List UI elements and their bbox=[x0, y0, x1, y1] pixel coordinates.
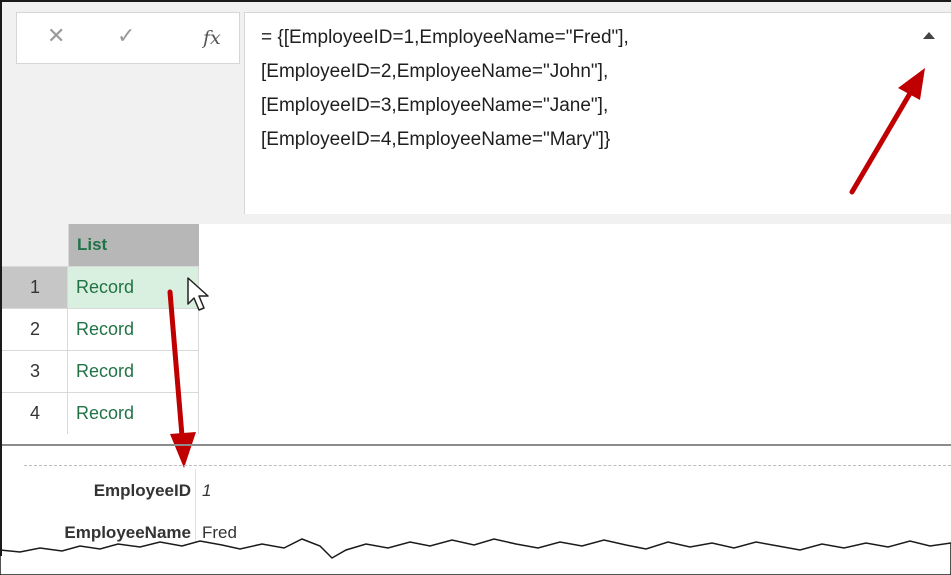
preview-field-value: 1 bbox=[202, 481, 212, 500]
record-cell[interactable]: Record bbox=[68, 392, 199, 434]
row-number-label: 3 bbox=[30, 361, 41, 381]
row-number-2[interactable]: 2 bbox=[2, 308, 68, 350]
record-cell[interactable]: Record bbox=[68, 266, 199, 308]
preview-divider bbox=[24, 465, 951, 466]
grid-corner bbox=[2, 224, 68, 266]
checkmark-icon[interactable]: ✓ bbox=[117, 25, 135, 49]
record-cell[interactable]: Record bbox=[68, 308, 199, 350]
row-number-label: 1 bbox=[30, 277, 41, 297]
data-grid: List 1 Record 2 Record 3 Record 4 Record bbox=[2, 224, 951, 468]
record-link[interactable]: Record bbox=[76, 319, 134, 340]
record-link[interactable]: Record bbox=[76, 403, 134, 424]
preview-field-name: EmployeeID bbox=[93, 481, 191, 500]
formula-bar-buttons: ✕ ✓ fx bbox=[16, 12, 240, 64]
row-number-1[interactable]: 1 bbox=[2, 266, 68, 308]
preview-row: EmployeeID 1 bbox=[24, 469, 951, 511]
formula-line-4: [EmployeeID=4,EmployeeName="Mary"]} bbox=[261, 129, 611, 150]
chevron-up-icon[interactable] bbox=[922, 29, 936, 41]
preview-splitter[interactable] bbox=[2, 444, 951, 446]
record-link[interactable]: Record bbox=[76, 277, 134, 298]
mouse-cursor-icon bbox=[187, 277, 209, 311]
formula-line-3: [EmployeeID=3,EmployeeName="Jane"], bbox=[261, 95, 609, 116]
record-cell[interactable]: Record bbox=[68, 350, 199, 392]
formula-editor[interactable]: = {[EmployeeID=1,EmployeeName="Fred"], [… bbox=[244, 12, 951, 214]
frame-border bbox=[0, 0, 951, 2]
close-icon[interactable]: ✕ bbox=[47, 25, 65, 49]
formula-line-2: [EmployeeID=2,EmployeeName="John"], bbox=[261, 61, 609, 82]
frame-border bbox=[0, 0, 2, 556]
row-number-label: 4 bbox=[30, 403, 41, 423]
row-number-label: 2 bbox=[30, 319, 41, 339]
torn-edge-decoration bbox=[0, 538, 951, 575]
row-number-3[interactable]: 3 bbox=[2, 350, 68, 392]
formula-line-1: = {[EmployeeID=1,EmployeeName="Fred"], bbox=[261, 27, 629, 48]
fx-label[interactable]: fx bbox=[203, 26, 221, 50]
column-header-label: List bbox=[77, 235, 108, 254]
column-header-list[interactable]: List bbox=[68, 224, 199, 266]
row-number-4[interactable]: 4 bbox=[2, 392, 68, 434]
record-link[interactable]: Record bbox=[76, 361, 134, 382]
power-query-editor: ✕ ✓ fx = {[EmployeeID=1,EmployeeName="Fr… bbox=[0, 0, 951, 575]
preview-separator bbox=[195, 469, 196, 511]
